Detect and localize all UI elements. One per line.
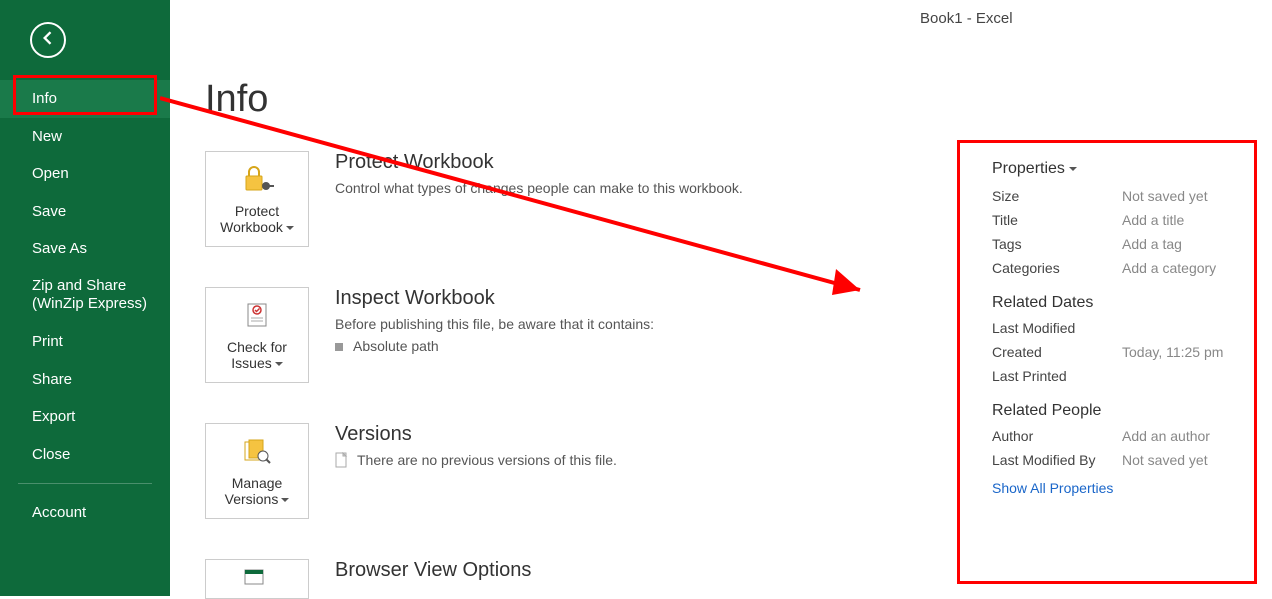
prop-label: Created — [992, 344, 1122, 360]
prop-label: Categories — [992, 260, 1122, 276]
prop-value[interactable]: Add a category — [1122, 260, 1216, 276]
prop-row-lastmodified: Last Modified — [992, 320, 1242, 336]
section-desc-versions: There are no previous versions of this f… — [335, 452, 945, 471]
window-title: Book1 - Excel — [920, 10, 1013, 27]
prop-value[interactable]: Add an author — [1122, 428, 1210, 444]
section-desc-inspect: Before publishing this file, be aware th… — [335, 316, 945, 332]
section-desc-protect: Control what types of changes people can… — [335, 180, 945, 196]
section-protect: Protect Workbook Protect Workbook Contro… — [205, 151, 945, 247]
chevron-down-icon — [272, 355, 283, 371]
browser-view-button[interactable] — [205, 559, 309, 599]
prop-row-size: SizeNot saved yet — [992, 188, 1242, 204]
related-dates-heading: Related Dates — [992, 294, 1242, 312]
section-versions: Manage Versions Versions There are no pr… — [205, 423, 945, 519]
check-issues-button[interactable]: Check for Issues — [205, 287, 309, 383]
tile-label: Workbook — [220, 219, 283, 235]
prop-row-title: TitleAdd a title — [992, 212, 1242, 228]
show-all-properties-link[interactable]: Show All Properties — [992, 480, 1242, 496]
prop-value: Today, 11:25 pm — [1122, 344, 1223, 360]
inspect-bullet: Absolute path — [335, 338, 945, 354]
section-title-browser: Browser View Options — [335, 559, 945, 582]
versions-icon — [241, 436, 273, 469]
arrow-left-icon — [38, 28, 58, 53]
sidebar-item-zipshare[interactable]: Zip and Share (WinZip Express) — [0, 268, 170, 324]
properties-panel: Properties SizeNot saved yet TitleAdd a … — [992, 160, 1242, 496]
sidebar-item-info[interactable]: Info — [0, 80, 170, 118]
chevron-down-icon — [283, 219, 294, 235]
prop-row-created: CreatedToday, 11:25 pm — [992, 344, 1242, 360]
sidebar-item-new[interactable]: New — [0, 118, 170, 156]
tile-label: Issues — [231, 355, 271, 371]
backstage-sidebar: Info New Open Save Save As Zip and Share… — [0, 0, 170, 596]
sidebar-item-export[interactable]: Export — [0, 398, 170, 436]
prop-label: Tags — [992, 236, 1122, 252]
manage-versions-button[interactable]: Manage Versions — [205, 423, 309, 519]
properties-heading-text: Properties — [992, 160, 1065, 177]
chevron-down-icon — [1065, 160, 1077, 177]
versions-desc-text: There are no previous versions of this f… — [357, 452, 617, 468]
section-title-protect: Protect Workbook — [335, 151, 945, 174]
prop-label: Size — [992, 188, 1122, 204]
prop-row-lastmodby: Last Modified ByNot saved yet — [992, 452, 1242, 468]
sidebar-item-share[interactable]: Share — [0, 361, 170, 399]
prop-label: Last Printed — [992, 368, 1122, 384]
browser-icon — [242, 568, 272, 591]
prop-row-categories: CategoriesAdd a category — [992, 260, 1242, 276]
chevron-down-icon — [278, 491, 289, 507]
doc-icon — [335, 452, 349, 471]
sidebar-item-close[interactable]: Close — [0, 436, 170, 474]
prop-value[interactable]: Add a title — [1122, 212, 1184, 228]
prop-row-tags: TagsAdd a tag — [992, 236, 1242, 252]
related-people-heading: Related People — [992, 402, 1242, 420]
prop-value: Not saved yet — [1122, 452, 1208, 468]
square-bullet-icon — [335, 343, 343, 351]
sidebar-divider — [18, 483, 152, 484]
prop-label: Author — [992, 428, 1122, 444]
sidebar-item-save[interactable]: Save — [0, 193, 170, 231]
prop-label: Last Modified By — [992, 452, 1122, 468]
tile-label: Manage — [232, 475, 283, 491]
sidebar-item-account[interactable]: Account — [0, 494, 170, 532]
tile-label: Versions — [225, 491, 279, 507]
prop-row-lastprinted: Last Printed — [992, 368, 1242, 384]
prop-label: Last Modified — [992, 320, 1122, 336]
section-inspect: Check for Issues Inspect Workbook Before… — [205, 287, 945, 383]
tile-label: Protect — [235, 203, 279, 219]
section-browser: Browser View Options — [205, 559, 945, 599]
section-title-versions: Versions — [335, 423, 945, 446]
protect-workbook-button[interactable]: Protect Workbook — [205, 151, 309, 247]
main-content: Info Protect Workbook Protect Workbook C… — [205, 78, 945, 599]
sidebar-item-print[interactable]: Print — [0, 323, 170, 361]
prop-value: Not saved yet — [1122, 188, 1208, 204]
sidebar-item-open[interactable]: Open — [0, 155, 170, 193]
sidebar-item-saveas[interactable]: Save As — [0, 230, 170, 268]
tile-label: Check for — [227, 339, 287, 355]
back-button[interactable] — [30, 22, 66, 58]
inspect-bullet-text: Absolute path — [353, 338, 439, 354]
prop-row-author: AuthorAdd an author — [992, 428, 1242, 444]
document-check-icon — [242, 300, 272, 333]
page-title: Info — [205, 78, 945, 121]
section-title-inspect: Inspect Workbook — [335, 287, 945, 310]
lock-icon — [240, 164, 274, 197]
prop-value[interactable]: Add a tag — [1122, 236, 1182, 252]
prop-label: Title — [992, 212, 1122, 228]
properties-dropdown[interactable]: Properties — [992, 160, 1242, 178]
